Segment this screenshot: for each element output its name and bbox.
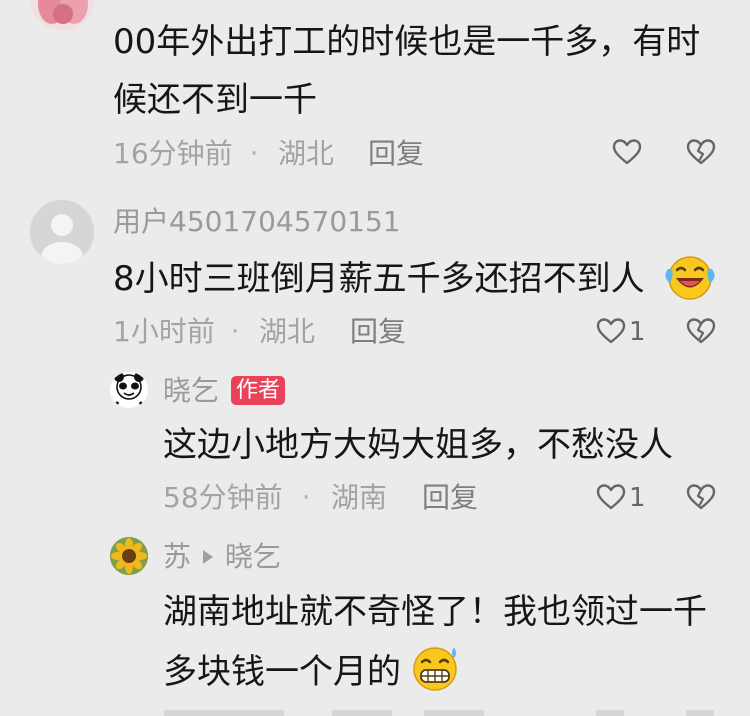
comment-time: 16分钟前 bbox=[113, 137, 233, 170]
comment-text: 这边小地方大妈大姐多，不愁没人 bbox=[163, 425, 673, 465]
reply-button[interactable]: 回复 bbox=[368, 140, 424, 168]
comment-time: 1小时前 bbox=[113, 315, 215, 348]
comment-text-line: 候还不到一千 bbox=[113, 80, 317, 120]
comment-location: 湖北 bbox=[259, 315, 316, 348]
heart-outline-icon[interactable] bbox=[596, 317, 626, 349]
username[interactable]: 晓乞 bbox=[163, 377, 219, 405]
avatar[interactable] bbox=[30, 200, 94, 264]
heart-outline-icon[interactable] bbox=[596, 483, 626, 515]
comment-text-line: 00年外出打工的时候也是一千多，有时 bbox=[113, 22, 701, 62]
avatar[interactable] bbox=[110, 372, 148, 408]
cut-off-meta-row bbox=[164, 704, 724, 716]
triangle-right-icon bbox=[202, 549, 214, 569]
reply-to-username[interactable]: 晓乞 bbox=[225, 543, 281, 571]
comment-section: 00年外出打工的时候也是一千多，有时 候还不到一千 16分钟前 · 湖北 回复 … bbox=[0, 0, 750, 716]
separator-dot: · bbox=[231, 317, 240, 347]
avatar[interactable] bbox=[30, 0, 94, 30]
heart-outline-icon[interactable] bbox=[612, 138, 642, 170]
broken-heart-icon[interactable] bbox=[686, 138, 716, 170]
comment-location: 湖南 bbox=[331, 481, 388, 514]
like-count: 1 bbox=[629, 483, 646, 513]
avatar[interactable] bbox=[110, 537, 148, 575]
broken-heart-icon[interactable] bbox=[686, 483, 716, 515]
like-count: 1 bbox=[629, 317, 646, 347]
broken-heart-icon[interactable] bbox=[686, 317, 716, 349]
comment-text-line: 湖南地址就不奇怪了！我也领过一千 bbox=[163, 592, 707, 632]
reply-button[interactable]: 回复 bbox=[350, 318, 406, 346]
separator-dot: · bbox=[302, 483, 311, 513]
grimacing-sweat-emoji bbox=[410, 643, 462, 697]
laughing-crying-emoji bbox=[664, 253, 716, 305]
username[interactable]: 苏 bbox=[163, 543, 191, 571]
comment-location: 湖北 bbox=[278, 137, 335, 170]
comment-text: 8小时三班倒月薪五千多还招不到人 bbox=[113, 259, 645, 299]
author-badge: 作者 bbox=[231, 376, 286, 405]
reply-button[interactable]: 回复 bbox=[422, 484, 478, 512]
username[interactable]: 用户4501704570151 bbox=[113, 208, 401, 236]
comment-time: 58分钟前 bbox=[163, 481, 283, 514]
separator-dot: · bbox=[250, 139, 259, 169]
comment-text-line: 多块钱一个月的 bbox=[163, 652, 401, 692]
